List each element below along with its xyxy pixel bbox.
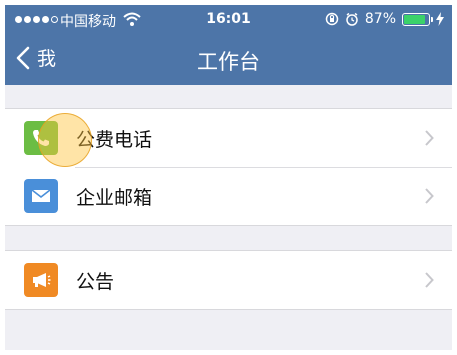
orientation-lock-icon bbox=[325, 12, 339, 26]
page-title: 工作台 bbox=[197, 50, 260, 74]
list-group-2: 公告 bbox=[5, 250, 452, 310]
list-item-label: 公告 bbox=[76, 271, 115, 293]
chevron-right-icon bbox=[425, 188, 434, 204]
list-group-1: 公费电话 企业邮箱 bbox=[5, 108, 452, 226]
charging-bolt-icon bbox=[436, 12, 444, 26]
list-item-enterprise-mail[interactable]: 企业邮箱 bbox=[5, 167, 452, 225]
phone-icon bbox=[24, 121, 58, 155]
status-right: 87% bbox=[325, 11, 444, 27]
top-bar: 中国移动 16:01 87% 我 工作台 bbox=[5, 5, 452, 85]
list-item-label: 公费电话 bbox=[76, 129, 153, 151]
status-bar: 中国移动 16:01 87% bbox=[5, 5, 452, 35]
screen: 中国移动 16:01 87% 我 工作台 公费电话 企业邮箱 公告 bbox=[5, 5, 452, 350]
battery-icon bbox=[402, 12, 433, 26]
battery-percent: 87% bbox=[364, 11, 396, 27]
list-item-announcement[interactable]: 公告 bbox=[5, 251, 452, 309]
battery-fill bbox=[404, 14, 425, 24]
list-item-label: 企业邮箱 bbox=[76, 187, 153, 209]
navigation-bar: 我 工作台 bbox=[5, 35, 452, 85]
mail-icon bbox=[24, 179, 58, 213]
alarm-icon bbox=[346, 12, 358, 26]
chevron-right-icon bbox=[425, 272, 434, 288]
list-item-public-phone[interactable]: 公费电话 bbox=[5, 109, 452, 167]
megaphone-icon bbox=[24, 263, 58, 297]
chevron-right-icon bbox=[425, 130, 434, 146]
